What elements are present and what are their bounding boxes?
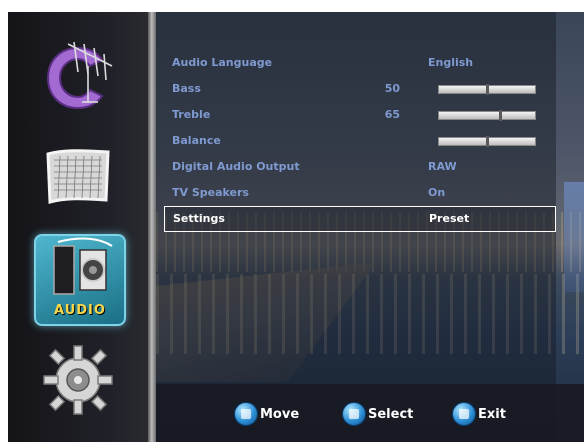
- balance-slider[interactable]: [438, 136, 536, 147]
- menu-item-balance[interactable]: Balance: [164, 128, 556, 154]
- bass-value: 50: [384, 82, 400, 95]
- bass-label: Bass: [172, 82, 201, 95]
- antenna-channel-icon: [46, 41, 113, 110]
- audio-language-value: English: [428, 56, 474, 69]
- treble-label: Treble: [172, 108, 211, 121]
- exit-hint: Exit: [452, 402, 506, 426]
- menu-item-bass[interactable]: Bass 50: [164, 76, 556, 102]
- picture-frame-icon: [46, 149, 110, 204]
- tv-speakers-label: TV Speakers: [172, 186, 249, 199]
- sidebar-item-audio[interactable]: AUDIO: [34, 234, 126, 326]
- balance-label: Balance: [172, 134, 221, 147]
- settings-value: Preset: [429, 212, 470, 225]
- sidebar-divider: [148, 12, 156, 442]
- move-button-icon: [234, 402, 258, 426]
- tv-speakers-value: On: [428, 186, 446, 199]
- exit-button-icon: [452, 402, 476, 426]
- sidebar-item-picture[interactable]: [38, 136, 118, 216]
- treble-slider[interactable]: [438, 110, 536, 121]
- audio-language-label: Audio Language: [172, 56, 273, 69]
- audio-label: AUDIO: [54, 303, 106, 318]
- tv-screen: AUDIO Audio Language English Bass 50 Tre…: [8, 12, 584, 442]
- move-hint: Move: [234, 402, 299, 426]
- menu-item-tv-speakers[interactable]: TV Speakers On: [164, 180, 556, 206]
- menu-item-treble[interactable]: Treble 65: [164, 102, 556, 128]
- settings-label: Settings: [173, 212, 225, 225]
- sidebar-item-setup[interactable]: [38, 340, 118, 420]
- right-edge-glow: [564, 182, 584, 292]
- menu-item-audio-language[interactable]: Audio Language English: [164, 50, 556, 76]
- gear-setup-icon: [43, 345, 113, 415]
- select-hint: Select: [342, 402, 413, 426]
- treble-value: 65: [384, 108, 400, 121]
- move-hint-label: Move: [260, 406, 300, 422]
- sidebar: AUDIO: [8, 12, 148, 442]
- bass-slider[interactable]: [438, 84, 536, 95]
- button-hint-bar: Move Select Exit: [156, 384, 584, 442]
- digital-audio-output-value: RAW: [428, 160, 457, 173]
- bass-slider-knob[interactable]: [486, 84, 489, 95]
- treble-slider-knob[interactable]: [499, 110, 502, 121]
- select-hint-label: Select: [368, 406, 414, 422]
- audio-menu: Audio Language English Bass 50 Treble 65…: [164, 50, 556, 232]
- select-button-icon: [342, 402, 366, 426]
- balance-slider-knob[interactable]: [486, 136, 489, 147]
- menu-item-digital-audio-output[interactable]: Digital Audio Output RAW: [164, 154, 556, 180]
- menu-item-settings[interactable]: Settings Preset: [164, 206, 556, 232]
- exit-hint-label: Exit: [478, 406, 506, 422]
- sidebar-item-channel[interactable]: [38, 36, 118, 116]
- digital-audio-output-label: Digital Audio Output: [172, 160, 300, 173]
